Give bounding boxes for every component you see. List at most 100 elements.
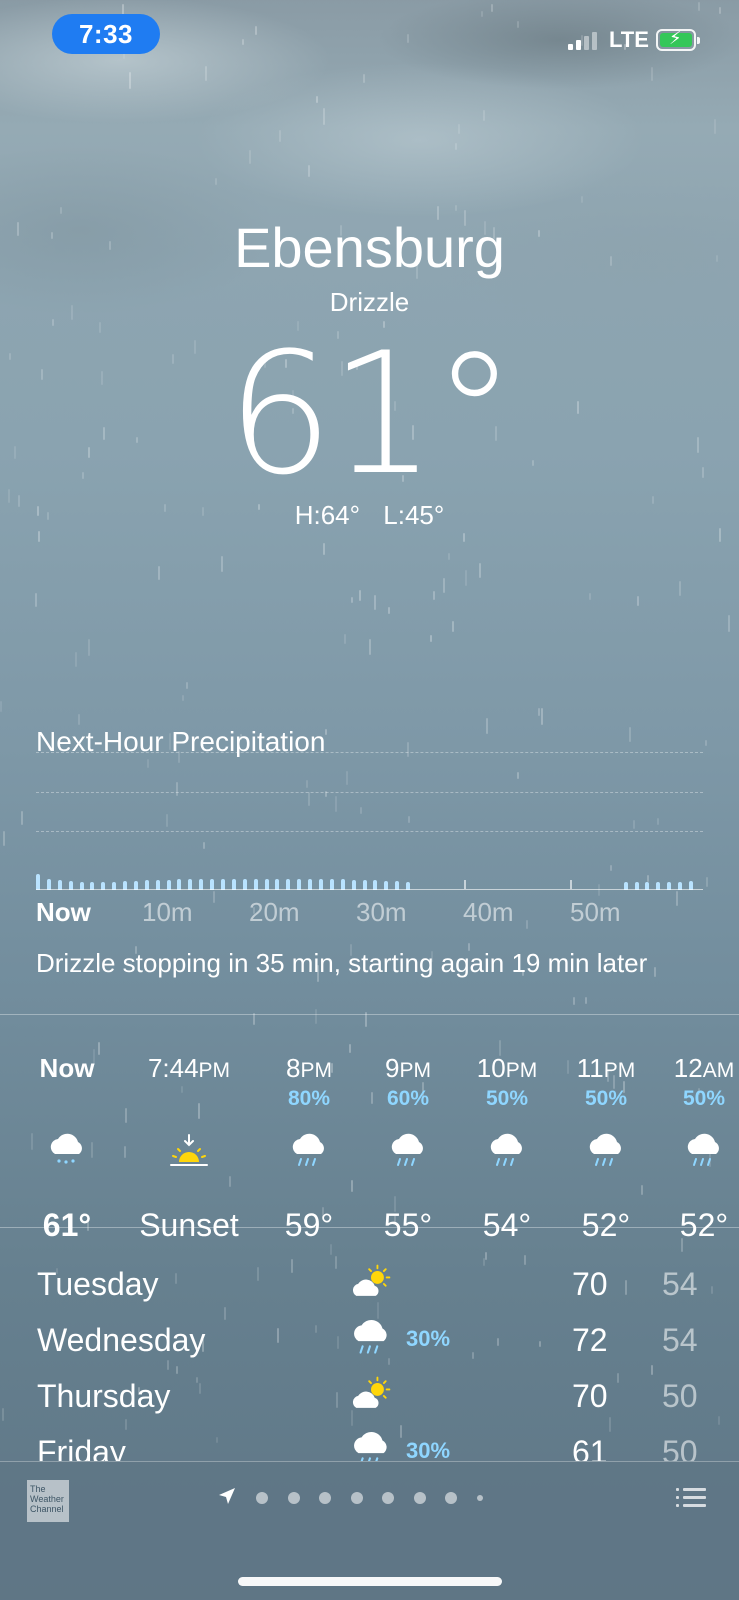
rain-streak (657, 818, 659, 825)
rain-streak (158, 566, 160, 580)
rain-streak (129, 72, 131, 89)
time-label-20m: 20m (249, 897, 300, 927)
high-temperature: 70 (572, 1266, 608, 1302)
hourly-item[interactable]: Now 61° (12, 1053, 122, 1244)
page-indicator-dot[interactable] (287, 1492, 300, 1504)
rain-streak (346, 771, 348, 785)
rain-streak (719, 7, 721, 14)
page-indicator-dot[interactable] (350, 1492, 363, 1504)
rain-streak (374, 595, 376, 610)
rain-streak (124, 1146, 126, 1158)
time-label-40m: 40m (463, 897, 514, 927)
city-list-icon[interactable] (676, 1486, 706, 1510)
battery-icon: ⚡ (656, 28, 700, 51)
daily-row[interactable]: Wednesday 30% 72 54 (0, 1312, 739, 1368)
rain-streak (443, 578, 445, 593)
low-temperature: 54 (662, 1266, 698, 1302)
precipitation-chance (134, 1087, 244, 1117)
charging-icon: ⚡ (669, 28, 682, 48)
rain-streak (205, 66, 207, 81)
status-time[interactable]: 7:33 (52, 14, 160, 54)
daily-forecast[interactable]: Tuesday 70 54 Wednesday 30% 72 54 Thursday 70… (0, 1256, 739, 1461)
chart-tick (464, 880, 466, 889)
hourly-temperature: 59° (284, 1207, 334, 1243)
hourly-temperature: 55° (383, 1207, 433, 1243)
hourly-time: 12AM (673, 1053, 735, 1083)
high-temperature: 61 (572, 1434, 608, 1461)
rain-streak (60, 207, 62, 214)
rain-streak (433, 591, 435, 600)
rain-streak (479, 563, 481, 578)
rain-streak (52, 319, 54, 326)
rain-streak (676, 891, 678, 906)
hourly-item[interactable]: 11PM 50% 52° (551, 1053, 661, 1244)
rain-streak (458, 124, 460, 134)
home-indicator[interactable] (238, 1577, 502, 1586)
page-indicator-dot[interactable] (445, 1492, 457, 1504)
page-indicator-dot[interactable] (256, 1492, 268, 1504)
rain-streak (455, 143, 457, 150)
section-divider (0, 1227, 739, 1228)
current-location-icon[interactable] (217, 1486, 237, 1506)
partly-cloudy-icon (348, 1262, 398, 1306)
hourly-temperature: 61° (42, 1207, 92, 1243)
rain-streak (517, 21, 519, 28)
cloud-rain-icon (353, 1127, 463, 1177)
rain-streak (330, 1244, 332, 1255)
page-indicator-dot[interactable] (319, 1492, 331, 1504)
precipitation-chart (36, 870, 703, 890)
current-temperature: 61° (226, 316, 517, 512)
page-indicator-dot[interactable] (382, 1492, 394, 1504)
page-indicator-dot[interactable] (413, 1492, 426, 1504)
page-indicator-dot[interactable] (476, 1495, 483, 1501)
hourly-time: Now (39, 1053, 95, 1083)
rain-streak (88, 639, 90, 656)
rain-streak (491, 4, 493, 12)
rain-streak (452, 621, 454, 632)
rain-streak (306, 780, 308, 788)
chart-gridline (36, 792, 703, 793)
rain-streak (3, 831, 5, 846)
rain-streak (465, 570, 467, 586)
rain-streak (573, 997, 575, 1005)
current-condition: Drizzle (329, 287, 410, 317)
daily-row[interactable]: Tuesday 70 54 (0, 1256, 739, 1312)
precipitation-chance: 30% (406, 1326, 451, 1351)
rain-streak (407, 742, 409, 757)
low-temperature: 50 (662, 1378, 698, 1414)
hourly-item[interactable]: 12AM 50% 52° (649, 1053, 739, 1244)
rain-streak (242, 39, 244, 45)
daily-row[interactable]: Thursday 70 50 (0, 1368, 739, 1424)
section-divider (0, 1014, 739, 1015)
rain-streak (637, 596, 639, 606)
precipitation-chance: 30% (406, 1438, 451, 1461)
weather-channel-logo[interactable]: The Weather Channel (27, 1480, 69, 1522)
rain-streak (585, 997, 587, 1004)
rain-streak (315, 1009, 317, 1024)
time-label-50m: 50m (570, 897, 621, 927)
hourly-item[interactable]: 7:44PM Sunset (134, 1053, 244, 1244)
rain-streak (706, 877, 708, 887)
rain-streak (483, 110, 485, 121)
hourly-item[interactable]: 8PM 80% 59° (254, 1053, 364, 1244)
rain-streak (78, 714, 80, 725)
rain-streak (728, 615, 730, 632)
hourly-item[interactable]: 10PM 50% 54° (452, 1053, 562, 1244)
cloud-rain-icon (348, 1318, 398, 1362)
rain-streak (526, 920, 528, 929)
rain-streak (448, 553, 450, 560)
rain-streak (335, 796, 337, 812)
rain-streak (589, 593, 591, 600)
precipitation-chance: 50% (485, 1087, 529, 1110)
rain-streak (166, 814, 168, 827)
rain-streak (21, 811, 23, 825)
low-temperature: 50 (662, 1434, 698, 1461)
rain-streak (407, 34, 409, 43)
city-name: Ebensburg (234, 216, 505, 279)
hourly-item[interactable]: 9PM 60% 55° (353, 1053, 463, 1244)
precipitation-bar (36, 874, 40, 890)
high-low: H:64° L:45° (0, 500, 739, 531)
daily-row[interactable]: Friday 30% 61 50 (0, 1424, 739, 1461)
rain-streak (698, 2, 700, 11)
rain-streak (203, 842, 205, 849)
